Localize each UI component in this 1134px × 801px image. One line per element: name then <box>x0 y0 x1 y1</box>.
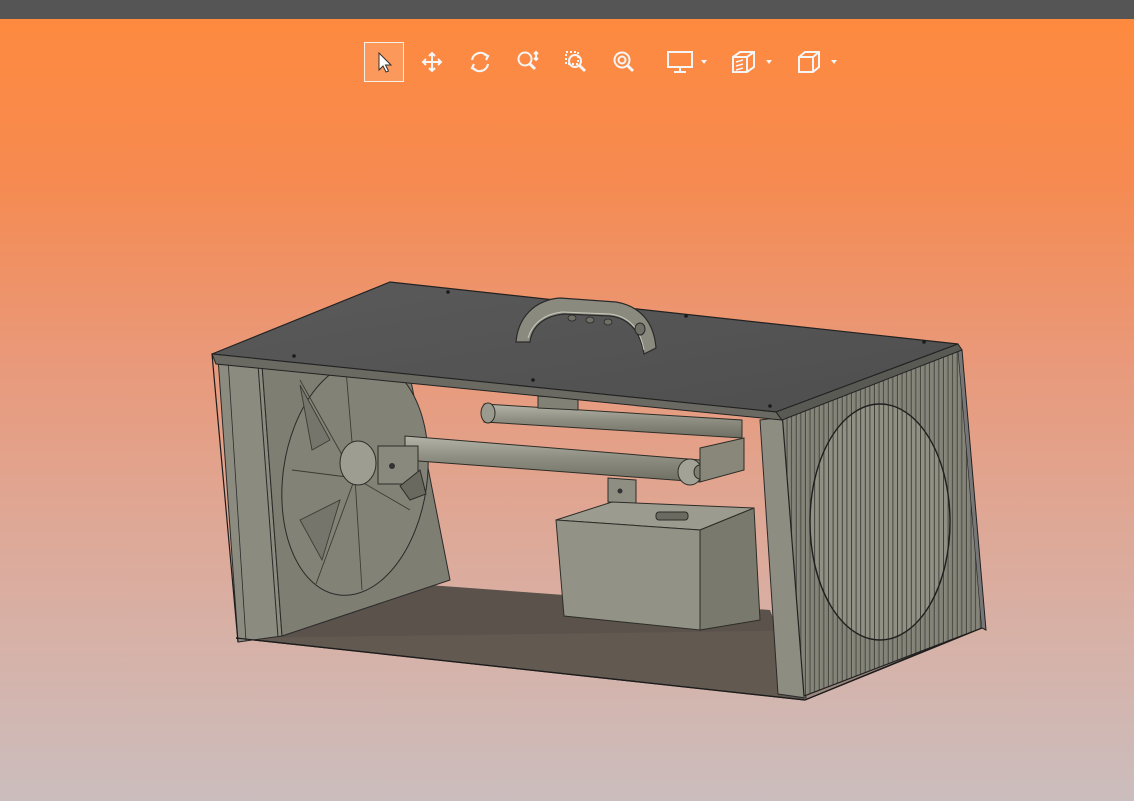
battery-box <box>555 501 761 631</box>
zoom-in-out-button[interactable] <box>508 42 548 82</box>
3d-viewport[interactable] <box>0 19 1134 801</box>
select-tool-button[interactable] <box>364 42 404 82</box>
section-view-icon <box>732 51 755 73</box>
zoom-fit-button[interactable] <box>604 42 644 82</box>
chevron-down-icon <box>701 60 707 64</box>
cad-viewer-window <box>0 0 1134 801</box>
section-view-dropdown[interactable] <box>717 42 785 82</box>
chevron-down-icon <box>831 60 837 64</box>
zoom-fit-icon <box>613 51 635 73</box>
zoom-window-button[interactable] <box>556 42 596 82</box>
view-toolbar <box>364 41 847 83</box>
chevron-down-icon <box>766 60 772 64</box>
zoom-window-icon <box>565 51 587 73</box>
3d-model[interactable] <box>0 19 1134 801</box>
zoom-in-out-icon <box>517 50 539 71</box>
pan-tool-button[interactable] <box>412 42 452 82</box>
cube-view-icon <box>798 51 820 73</box>
pan-move-icon <box>421 51 443 73</box>
standard-views-dropdown[interactable] <box>782 42 850 82</box>
rotate-tool-button[interactable] <box>460 42 500 82</box>
select-arrow-icon <box>378 51 393 73</box>
display-mode-dropdown[interactable] <box>652 42 720 82</box>
rotate-icon <box>470 51 490 73</box>
monitor-icon <box>667 51 693 73</box>
title-bar <box>0 0 1134 19</box>
